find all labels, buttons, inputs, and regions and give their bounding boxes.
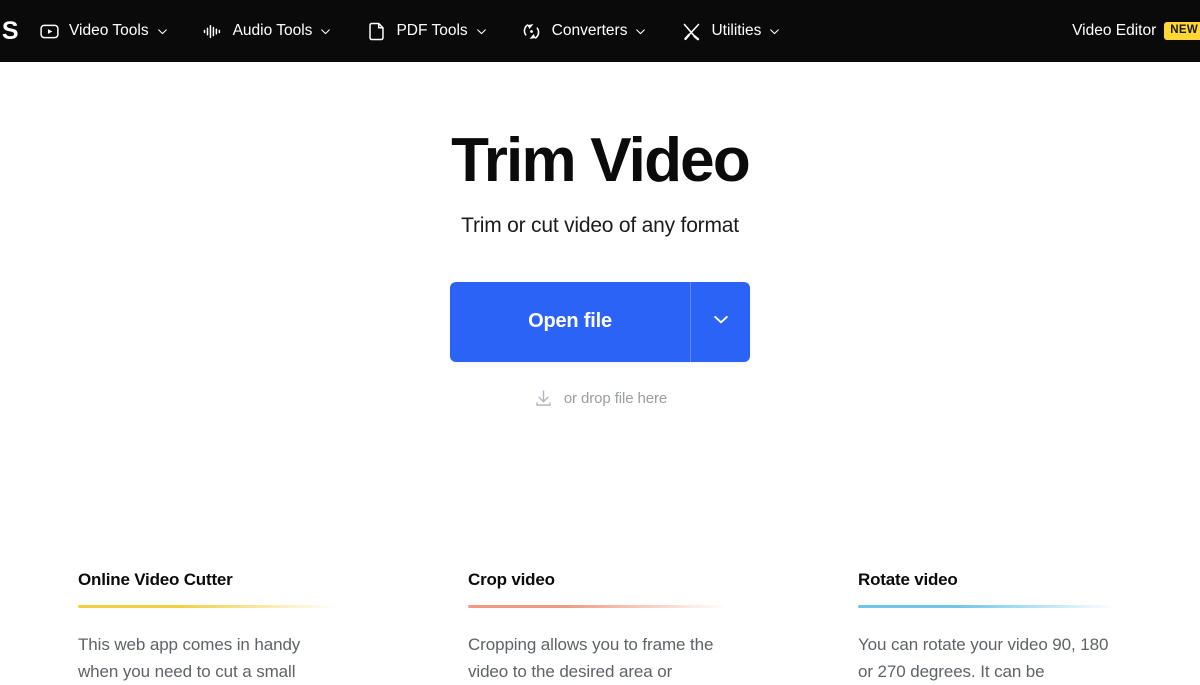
drop-file-hint: or drop file here	[0, 388, 1200, 409]
chevron-down-icon	[475, 25, 488, 38]
nav-item-label: PDF Tools	[396, 22, 468, 39]
header-right-actions: Video Editor NEW	[1072, 0, 1200, 62]
card-title: Crop video	[468, 570, 555, 589]
audio-waveform-icon	[202, 20, 224, 42]
chevron-down-icon	[711, 309, 731, 334]
card-body-text: This web app comes in handy when you nee…	[78, 635, 301, 681]
hero-section: Trim Video Trim or cut video of any form…	[0, 62, 1200, 409]
nav-item-label: Converters	[551, 22, 628, 39]
card-title: Rotate video	[858, 570, 958, 589]
card-accent-rule	[78, 605, 336, 609]
chevron-down-icon	[634, 25, 647, 38]
convert-arrows-icon	[521, 20, 543, 42]
card-body-text: You can rotate your video 90, 180 or 270…	[858, 635, 1109, 681]
chevron-down-icon	[156, 25, 169, 38]
nav-item-utilities[interactable]: Utilities	[680, 0, 781, 62]
tools-cross-icon	[680, 20, 702, 42]
page-subtitle: Trim or cut video of any format	[461, 213, 739, 237]
feature-card[interactable]: Online Video Cutter This web app comes i…	[78, 570, 468, 685]
feature-card[interactable]: Crop video Cropping allows you to frame …	[468, 570, 858, 685]
feature-cards: Online Video Cutter This web app comes i…	[0, 570, 1200, 685]
card-accent-rule	[468, 605, 726, 609]
chevron-down-icon	[319, 25, 332, 38]
nav-item-converters[interactable]: Converters	[521, 0, 648, 62]
open-file-button-group: Open file	[450, 281, 750, 362]
nav-item-label: Video Tools	[69, 22, 149, 39]
video-editor-link[interactable]: Video Editor	[1072, 22, 1156, 40]
top-navigation-bar: S Video Tools Audio Tools PDF Tools Conv…	[0, 0, 1200, 62]
card-title: Online Video Cutter	[78, 570, 233, 589]
nav-item-label: Audio Tools	[232, 22, 313, 39]
card-accent-rule	[858, 605, 1116, 609]
open-file-dropdown-button[interactable]	[691, 282, 750, 362]
open-file-area: Open file	[0, 281, 1200, 362]
feature-card[interactable]: Rotate video You can rotate your video 9…	[858, 570, 1200, 685]
card-body-text: Cropping allows you to frame the video t…	[468, 635, 714, 681]
document-page-icon	[365, 20, 387, 42]
chevron-down-icon	[768, 25, 781, 38]
nav-item-video-tools[interactable]: Video Tools	[38, 0, 169, 62]
drop-file-text: or drop file here	[563, 389, 668, 407]
site-logo-text: S	[1, 16, 19, 45]
page-title: Trim Video	[451, 126, 751, 195]
open-file-button[interactable]: Open file	[450, 282, 690, 362]
video-play-icon	[38, 20, 60, 42]
nav-item-label: Utilities	[711, 22, 762, 39]
nav-item-audio-tools[interactable]: Audio Tools	[202, 0, 333, 62]
new-badge: NEW	[1164, 22, 1200, 40]
nav-item-pdf-tools[interactable]: PDF Tools	[365, 0, 487, 62]
main-nav: Video Tools Audio Tools PDF Tools Conver…	[20, 0, 1072, 62]
site-logo[interactable]: S	[0, 0, 20, 62]
download-arrow-icon	[533, 388, 554, 409]
